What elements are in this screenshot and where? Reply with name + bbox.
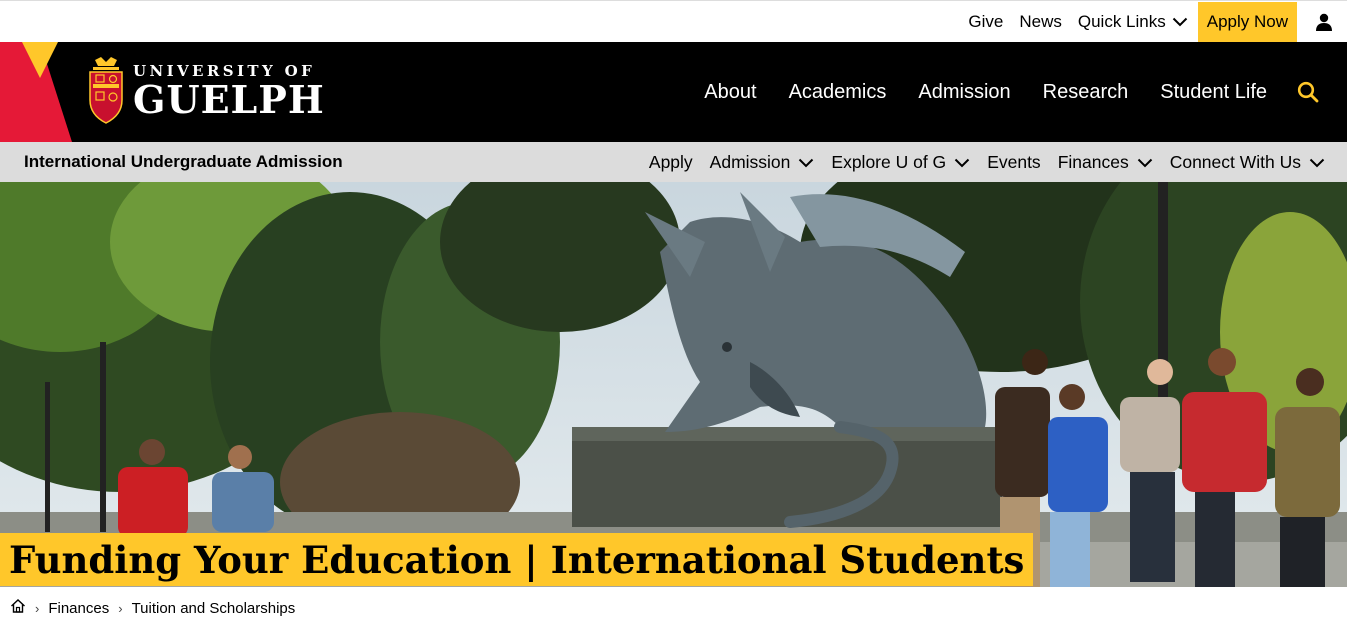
breadcrumb: › Finances › Tuition and Scholarships (10, 597, 295, 619)
main-header: UNIVERSITY OF GUELPH About Academics Adm… (0, 42, 1347, 142)
chevron-down-icon (1172, 12, 1188, 32)
home-icon[interactable] (10, 598, 26, 618)
wordmark-line2: GUELPH (133, 77, 325, 122)
nav-admission[interactable]: Admission (918, 81, 1010, 104)
section-nav-label: Apply (648, 151, 693, 172)
nav-research[interactable]: Research (1043, 81, 1129, 104)
section-nav-apply[interactable]: Apply (649, 152, 693, 173)
chevron-down-icon (954, 152, 970, 173)
section-nav: Apply Admission Explore U of G Events Fi… (632, 142, 1325, 182)
utility-bar: Give News Quick Links Apply Now (0, 0, 1347, 42)
section-nav-explore[interactable]: Explore U of G (831, 152, 970, 173)
university-logo[interactable]: UNIVERSITY OF GUELPH (87, 56, 325, 126)
main-nav: About Academics Admission Research Stude… (672, 42, 1319, 142)
nav-student-life[interactable]: Student Life (1160, 81, 1267, 104)
quick-links-menu[interactable]: Quick Links (1070, 1, 1196, 43)
chevron-down-icon (1137, 152, 1153, 173)
crest-icon (89, 57, 123, 124)
brand-accent-shape (0, 42, 72, 142)
breadcrumb-tuition-scholarships[interactable]: Tuition and Scholarships (132, 600, 296, 617)
breadcrumb-finances[interactable]: Finances (48, 600, 109, 617)
give-link[interactable]: Give (960, 1, 1011, 43)
chevron-down-icon (1309, 152, 1325, 173)
utility-links: Give News Quick Links Apply Now (960, 1, 1347, 43)
apply-now-button[interactable]: Apply Now (1197, 2, 1297, 42)
chevron-right-icon: › (118, 600, 123, 616)
section-title[interactable]: International Undergraduate Admission (24, 142, 343, 182)
hero-banner: Funding Your Education | International S… (0, 182, 1347, 587)
chevron-down-icon (798, 152, 814, 173)
section-nav-label: Events (987, 151, 1041, 172)
section-nav-label: Finances (1057, 151, 1129, 172)
section-nav-admission[interactable]: Admission (710, 152, 815, 173)
wordmark: UNIVERSITY OF GUELPH (133, 62, 325, 120)
section-nav-label: Explore U of G (831, 151, 947, 172)
search-icon[interactable] (1297, 81, 1319, 103)
page-title: Funding Your Education | International S… (0, 533, 1034, 586)
nav-academics[interactable]: Academics (789, 81, 887, 104)
section-nav-connect[interactable]: Connect With Us (1170, 152, 1325, 173)
section-nav-bar: International Undergraduate Admission Ap… (0, 142, 1347, 182)
section-nav-events[interactable]: Events (987, 152, 1041, 173)
quick-links-label: Quick Links (1077, 12, 1166, 31)
section-nav-label: Admission (709, 151, 791, 172)
user-account-icon[interactable] (1301, 1, 1347, 43)
section-nav-finances[interactable]: Finances (1058, 152, 1153, 173)
nav-about[interactable]: About (704, 81, 756, 104)
chevron-right-icon: › (35, 600, 40, 616)
hero-image-gryphon-statue (0, 182, 1347, 587)
section-nav-label: Connect With Us (1169, 151, 1301, 172)
news-link[interactable]: News (1011, 1, 1070, 43)
